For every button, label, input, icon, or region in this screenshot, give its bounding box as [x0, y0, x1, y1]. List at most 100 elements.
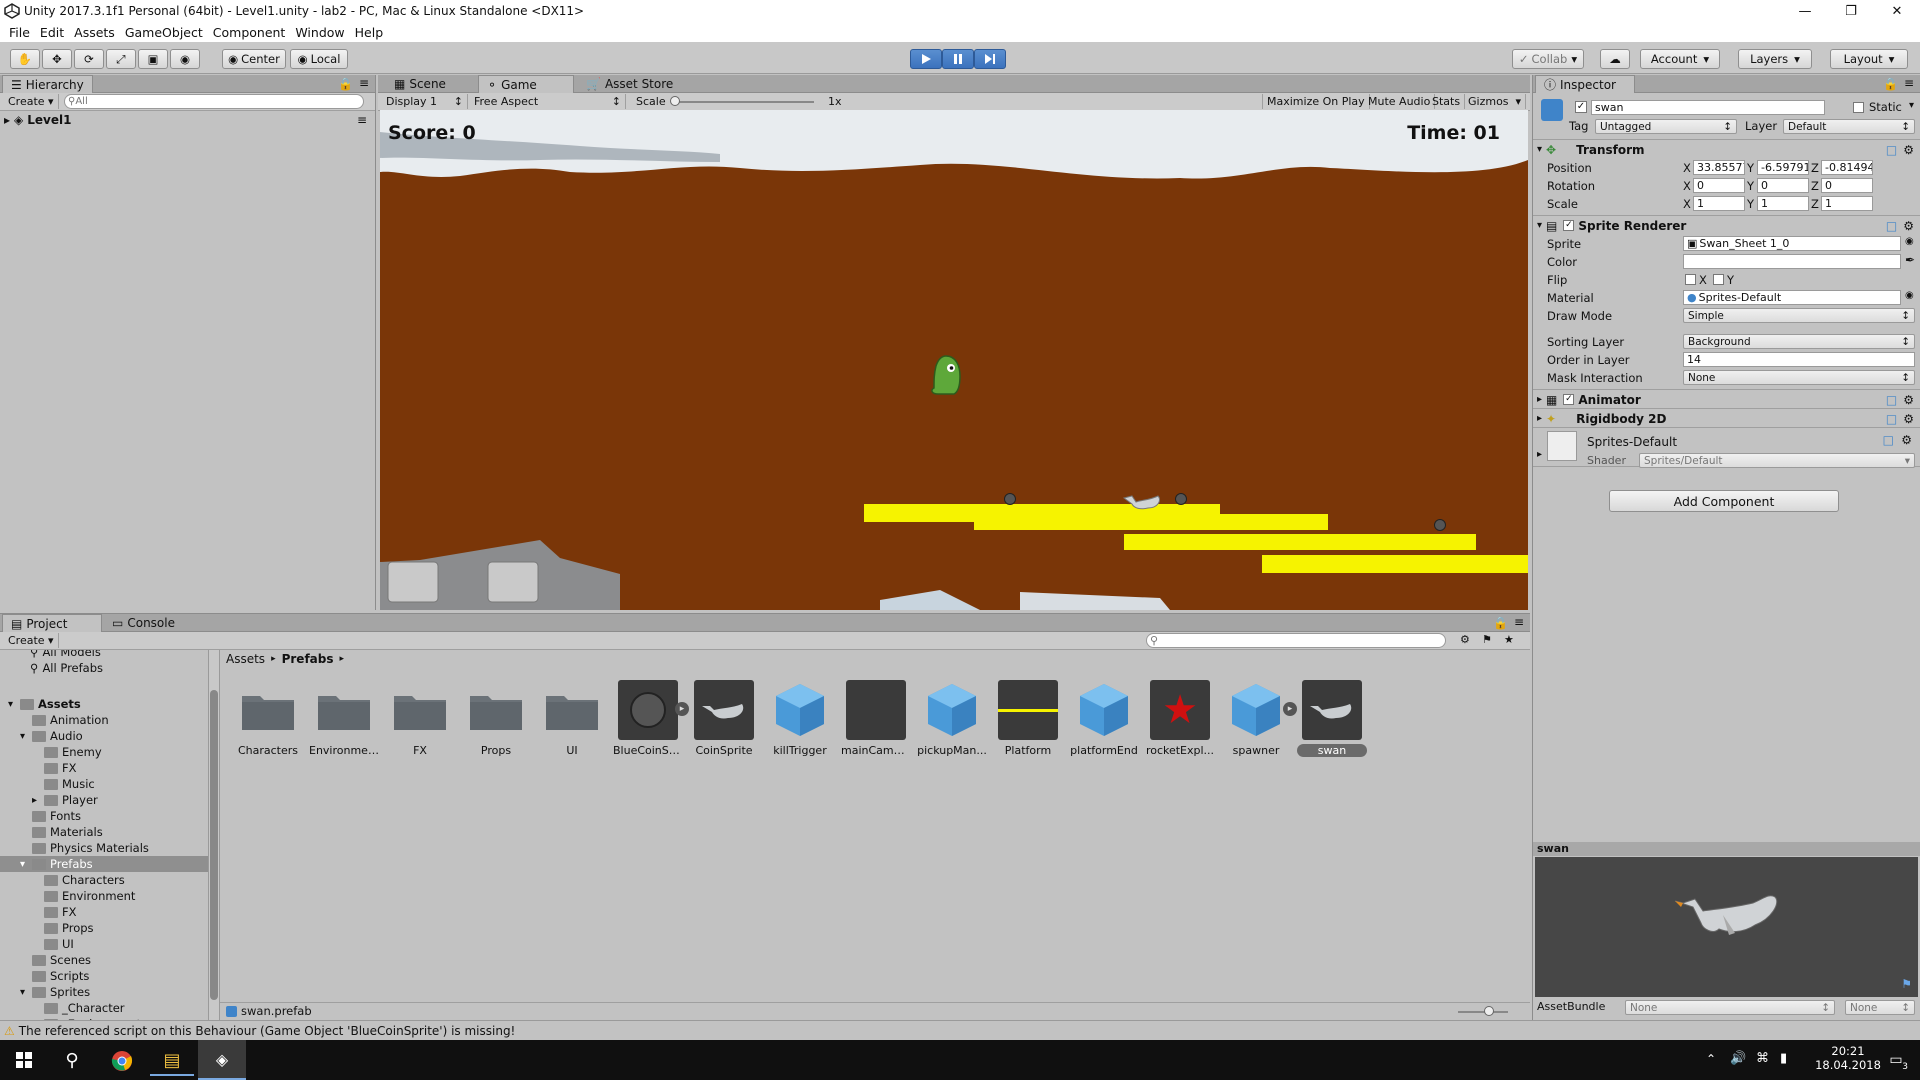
tree-item[interactable]: Scenes [20, 952, 91, 968]
hand-tool-button[interactable]: ✋ [10, 49, 40, 69]
account-dropdown[interactable]: Account ▾ [1640, 49, 1720, 69]
breadcrumb-assets[interactable]: Assets [226, 652, 265, 666]
object-name-field[interactable]: swan [1591, 100, 1825, 115]
tree-item[interactable]: _Character [32, 1000, 125, 1016]
tab-console[interactable]: ▭ Console [104, 614, 183, 632]
asset-item[interactable]: Characters [233, 680, 303, 757]
lock-icon[interactable]: 🔒 [1493, 616, 1508, 630]
project-create-button[interactable]: Create ▾ [4, 633, 59, 648]
icon-size-slider[interactable] [1458, 1011, 1508, 1013]
layout-dropdown[interactable]: Layout ▾ [1830, 49, 1908, 69]
gear-icon[interactable]: ⚙ [1901, 433, 1912, 447]
stats-toggle[interactable]: Stats [1428, 94, 1466, 109]
layer-dropdown[interactable]: Default ↕ [1783, 119, 1915, 134]
rotation-z-field[interactable]: 0 [1821, 178, 1873, 193]
restore-button[interactable]: ❐ [1828, 0, 1874, 22]
asset-item[interactable]: pickupMan... [917, 680, 987, 757]
step-button[interactable] [974, 49, 1006, 69]
pause-button[interactable] [942, 49, 974, 69]
rotation-axis-label[interactable]: Y [1747, 179, 1754, 193]
asset-item[interactable]: ▸ BlueCoinSp... [613, 680, 689, 757]
eyedropper-icon[interactable]: ✒ [1905, 253, 1915, 267]
asset-item[interactable]: CoinSprite [689, 680, 759, 757]
menu-window[interactable]: Window [290, 25, 349, 40]
expand-arrow-icon[interactable]: ▾ [20, 731, 32, 742]
tree-item[interactable]: Fonts [20, 808, 81, 824]
filter-type-icon[interactable]: ⚙ [1460, 633, 1470, 646]
gizmos-dropdown[interactable]: Gizmos ▾ [1464, 94, 1526, 109]
sorting-layer-dropdown[interactable]: Background ↕ [1683, 334, 1915, 349]
active-checkbox[interactable]: ✓ [1575, 101, 1587, 113]
position-axis-label[interactable]: Y [1747, 161, 1754, 175]
scale-x-field[interactable]: 1 [1693, 196, 1745, 211]
tree-item[interactable]: ▸ Player [32, 792, 98, 808]
animator-header[interactable]: ▸ ▦ ✓ Animator □ ⚙ [1533, 389, 1920, 409]
panel-menu-icon[interactable]: ≡ [1904, 76, 1914, 90]
preview-header[interactable]: swan [1533, 842, 1920, 856]
color-field[interactable] [1683, 254, 1901, 269]
asset-item[interactable]: Platform [993, 680, 1063, 757]
tree-item[interactable]: Physics Materials [20, 840, 149, 856]
asset-item[interactable]: FX [385, 680, 455, 757]
rotation-axis-label[interactable]: X [1683, 179, 1691, 193]
asset-item[interactable]: ▸ spawner [1221, 680, 1297, 757]
tree-scrollbar[interactable] [208, 650, 220, 1020]
display-dropdown[interactable]: Display 1 ↕ [382, 94, 468, 109]
chevron-down-icon[interactable]: ▾ [1909, 100, 1914, 111]
tree-item[interactable]: Materials [20, 824, 103, 840]
action-center-button[interactable]: ▭ 3 [1884, 1050, 1908, 1072]
rotation-y-field[interactable]: 0 [1757, 178, 1809, 193]
asset-item[interactable]: mainCamera [841, 680, 911, 757]
scale-axis-label[interactable]: Z [1811, 197, 1819, 211]
gear-icon[interactable]: ⚙ [1903, 412, 1914, 426]
assetbundle-dropdown[interactable]: None ↕ [1625, 1000, 1835, 1015]
position-y-field[interactable]: -6.597912 [1757, 160, 1809, 175]
favorite-item[interactable]: ⚲ All Prefabs [30, 660, 103, 676]
asset-item[interactable]: UI [537, 680, 607, 757]
mask-interaction-dropdown[interactable]: None ↕ [1683, 370, 1915, 385]
rotate-tool-button[interactable]: ⟳ [74, 49, 104, 69]
panel-menu-icon[interactable]: ≡ [359, 76, 369, 90]
tab-asset-store[interactable]: 🛒 Asset Store [578, 75, 681, 93]
animator-checkbox[interactable]: ✓ [1563, 394, 1575, 405]
tab-project[interactable]: ▤ Project [2, 614, 102, 632]
scale-slider-thumb[interactable] [670, 96, 680, 106]
order-in-layer-field[interactable]: 14 [1683, 352, 1915, 367]
tag-dropdown[interactable]: Untagged ↕ [1595, 119, 1737, 134]
position-axis-label[interactable]: X [1683, 161, 1691, 175]
expand-arrow-icon[interactable]: ▾ [20, 987, 32, 998]
close-button[interactable]: ✕ [1874, 0, 1920, 22]
scene-root-item[interactable]: ▸ ◈ Level1 [4, 113, 71, 127]
position-x-field[interactable]: 33.85577 [1693, 160, 1745, 175]
project-search-input[interactable]: ⚲ [1146, 633, 1446, 648]
menu-file[interactable]: File [4, 25, 35, 40]
tree-item[interactable]: Characters [32, 872, 125, 888]
help-icon[interactable]: □ [1886, 143, 1897, 157]
scene-menu-icon[interactable]: ≡ [357, 113, 367, 127]
wifi-icon[interactable]: ⌘ [1756, 1051, 1769, 1066]
explorer-taskbar-button[interactable]: ▤ [150, 1046, 194, 1076]
scale-z-field[interactable]: 1 [1821, 196, 1873, 211]
gear-icon[interactable]: ⚙ [1903, 393, 1914, 407]
flip-y-checkbox[interactable] [1713, 274, 1724, 285]
volume-icon[interactable]: 🔊 [1730, 1051, 1746, 1066]
clock[interactable]: 20:21 18.04.2018 [1808, 1044, 1888, 1072]
asset-item[interactable]: swan [1297, 680, 1367, 757]
expand-asset-icon[interactable]: ▸ [1283, 702, 1297, 716]
asset-label-icon[interactable]: ⚑ [1901, 977, 1912, 991]
tab-game[interactable]: ⚬ Game [478, 75, 574, 93]
transform-header[interactable]: ▾ ✥ Transform □ ⚙ [1533, 139, 1920, 159]
mute-audio-toggle[interactable]: Mute Audio [1364, 94, 1436, 109]
expand-arrow-icon[interactable]: ▾ [20, 859, 32, 870]
static-checkbox[interactable] [1853, 102, 1864, 113]
assetbundle-variant-dropdown[interactable]: None ↕ [1845, 1000, 1915, 1015]
sprite-renderer-header[interactable]: ▾ ▤ ✓ Sprite Renderer □ ⚙ [1533, 215, 1920, 235]
breadcrumb-prefabs[interactable]: Prefabs [282, 652, 334, 666]
object-picker-icon[interactable]: ◉ [1905, 236, 1914, 247]
lock-icon[interactable]: 🔒 [1883, 77, 1898, 91]
start-button[interactable] [0, 1040, 48, 1080]
aspect-dropdown[interactable]: Free Aspect ↕ [470, 94, 626, 109]
tree-item[interactable]: FX [32, 760, 77, 776]
scale-axis-label[interactable]: X [1683, 197, 1691, 211]
menu-gameobject[interactable]: GameObject [120, 25, 208, 40]
